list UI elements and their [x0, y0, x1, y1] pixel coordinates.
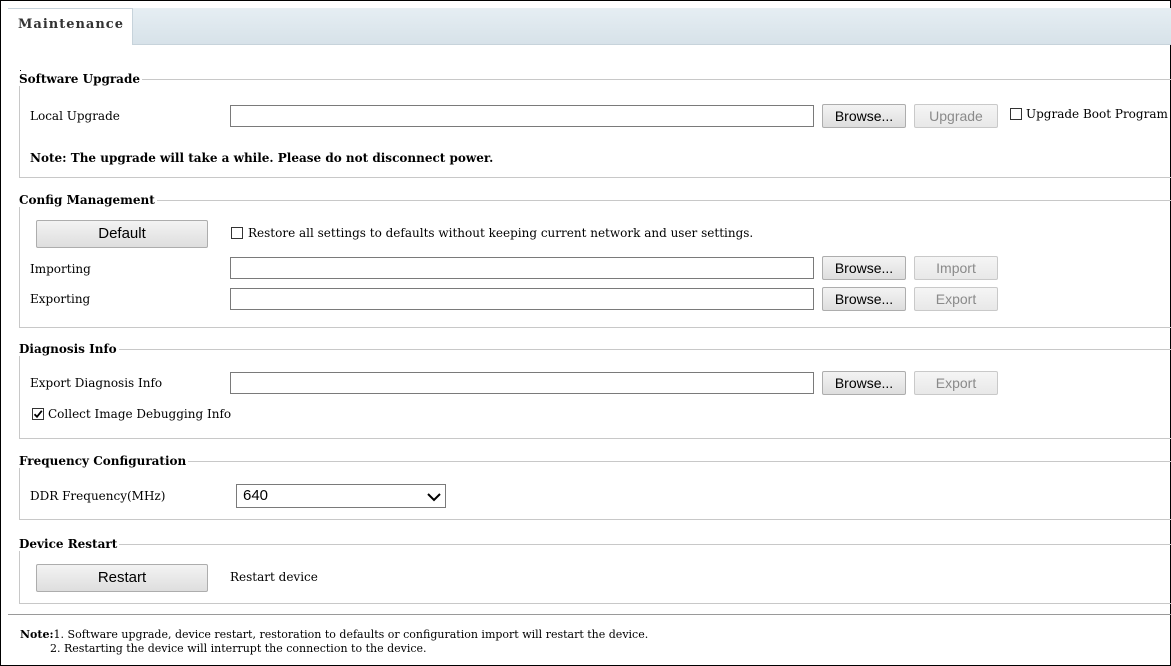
importing-label: Importing	[30, 262, 91, 276]
chevron-down-icon	[427, 493, 441, 502]
checkmark-icon	[33, 410, 43, 419]
restart-button[interactable]: Restart	[36, 564, 208, 592]
software-upgrade-legend: Software Upgrade	[19, 72, 140, 86]
note-text-2: 2. Restarting the device will interrupt …	[50, 642, 427, 655]
collect-image-debugging-checkbox[interactable]	[32, 408, 44, 420]
ddr-frequency-label: DDR Frequency(MHz)	[30, 489, 166, 503]
diagnosis-info-legend: Diagnosis Info	[19, 342, 117, 356]
export-diagnosis-label: Export Diagnosis Info	[30, 376, 163, 390]
collect-image-debugging-label: Collect Image Debugging Info	[48, 407, 232, 421]
upgrade-note: Note: The upgrade will take a while. Ple…	[30, 151, 494, 165]
note-prefix: Note:	[20, 628, 54, 641]
tab-maintenance[interactable]: Maintenance	[8, 8, 133, 45]
import-browse-button[interactable]: Browse...	[822, 256, 906, 280]
diagnosis-browse-button[interactable]: Browse...	[822, 371, 906, 395]
upgrade-button[interactable]: Upgrade	[914, 104, 998, 128]
upgrade-boot-program-checkbox[interactable]	[1010, 108, 1022, 120]
importing-input[interactable]	[230, 257, 814, 279]
note-text-1: 1. Software upgrade, device restart, res…	[53, 628, 649, 641]
import-button[interactable]: Import	[914, 256, 998, 280]
export-button[interactable]: Export	[914, 287, 998, 311]
notes-separator	[8, 614, 1171, 615]
config-management-legend: Config Management	[19, 193, 155, 207]
diagnosis-export-button[interactable]: Export	[914, 371, 998, 395]
dot-marker	[20, 70, 21, 71]
restore-defaults-label: Restore all settings to defaults without…	[248, 226, 754, 240]
tab-bar: Maintenance	[8, 8, 1171, 45]
exporting-label: Exporting	[30, 292, 91, 306]
frequency-configuration-legend: Frequency Configuration	[19, 454, 187, 468]
restore-defaults-checkbox[interactable]	[231, 227, 243, 239]
default-button[interactable]: Default	[36, 220, 208, 248]
note-line-1: Note:1. Software upgrade, device restart…	[20, 628, 648, 642]
frequency-configuration-section: Frequency Configuration	[19, 454, 1171, 520]
restart-description: Restart device	[230, 570, 318, 584]
ddr-frequency-select[interactable]: 640	[236, 484, 446, 508]
export-diagnosis-input[interactable]	[230, 372, 814, 394]
local-upgrade-label: Local Upgrade	[30, 109, 120, 123]
device-restart-legend: Device Restart	[19, 537, 118, 551]
exporting-input[interactable]	[230, 288, 814, 310]
local-upgrade-input[interactable]	[230, 105, 814, 127]
note-line-2: 2. Restarting the device will interrupt …	[20, 642, 648, 656]
export-browse-button[interactable]: Browse...	[822, 287, 906, 311]
ddr-frequency-value: 640	[243, 487, 269, 504]
notes-block: Note:1. Software upgrade, device restart…	[20, 628, 648, 656]
local-upgrade-browse-button[interactable]: Browse...	[822, 104, 906, 128]
upgrade-boot-program-label: Upgrade Boot Program	[1026, 107, 1168, 121]
